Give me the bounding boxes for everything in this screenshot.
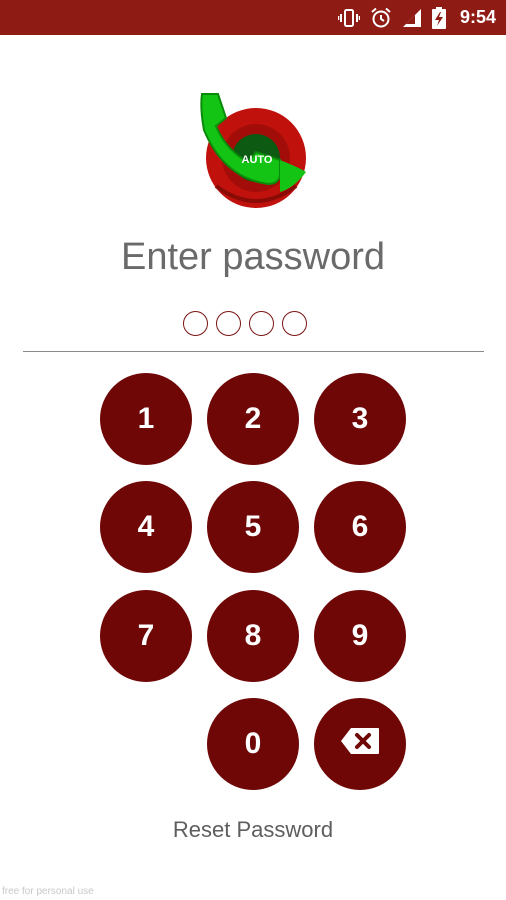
battery-charging-icon bbox=[431, 6, 446, 29]
key-label: 8 bbox=[244, 619, 262, 652]
reset-password-link[interactable]: Reset Password bbox=[0, 817, 506, 843]
key-8[interactable]: 8 bbox=[207, 590, 299, 682]
key-label: 1 bbox=[137, 402, 155, 435]
status-bar: 9:54 bbox=[0, 0, 506, 35]
backspace-button[interactable] bbox=[314, 698, 406, 790]
status-icons: 9:54 bbox=[337, 0, 496, 35]
alarm-icon bbox=[370, 7, 392, 29]
key-label: 6 bbox=[351, 510, 369, 543]
key-label: 7 bbox=[137, 619, 155, 652]
key-label: 3 bbox=[351, 402, 369, 435]
backspace-icon bbox=[340, 727, 380, 761]
pin-dot bbox=[282, 311, 307, 336]
key-4[interactable]: 4 bbox=[100, 481, 192, 573]
signal-icon bbox=[402, 8, 422, 28]
key-label: 2 bbox=[244, 402, 262, 435]
pin-dot bbox=[249, 311, 274, 336]
logo-badge-text: AUTO bbox=[242, 154, 273, 166]
vibrate-icon bbox=[337, 8, 360, 28]
pin-dot bbox=[216, 311, 241, 336]
key-label: 5 bbox=[244, 510, 262, 543]
key-label: 9 bbox=[351, 619, 369, 652]
lock-screen: 9:54 AUTO Enter password 1 2 3 4 5 6 7 8… bbox=[0, 0, 506, 900]
key-6[interactable]: 6 bbox=[314, 481, 406, 573]
key-0[interactable]: 0 bbox=[207, 698, 299, 790]
key-2[interactable]: 2 bbox=[207, 373, 299, 465]
divider bbox=[23, 351, 484, 352]
key-9[interactable]: 9 bbox=[314, 590, 406, 682]
key-label: 0 bbox=[244, 727, 262, 760]
page-title: Enter password bbox=[120, 236, 385, 278]
key-label: 4 bbox=[137, 510, 155, 543]
key-1[interactable]: 1 bbox=[100, 373, 192, 465]
key-5[interactable]: 5 bbox=[207, 481, 299, 573]
pin-indicator bbox=[183, 311, 307, 336]
status-time: 9:54 bbox=[459, 7, 496, 27]
key-3[interactable]: 3 bbox=[314, 373, 406, 465]
app-logo: AUTO bbox=[196, 88, 310, 208]
watermark-text: free for personal use bbox=[2, 886, 94, 897]
pin-dot bbox=[183, 311, 208, 336]
key-7[interactable]: 7 bbox=[100, 590, 192, 682]
